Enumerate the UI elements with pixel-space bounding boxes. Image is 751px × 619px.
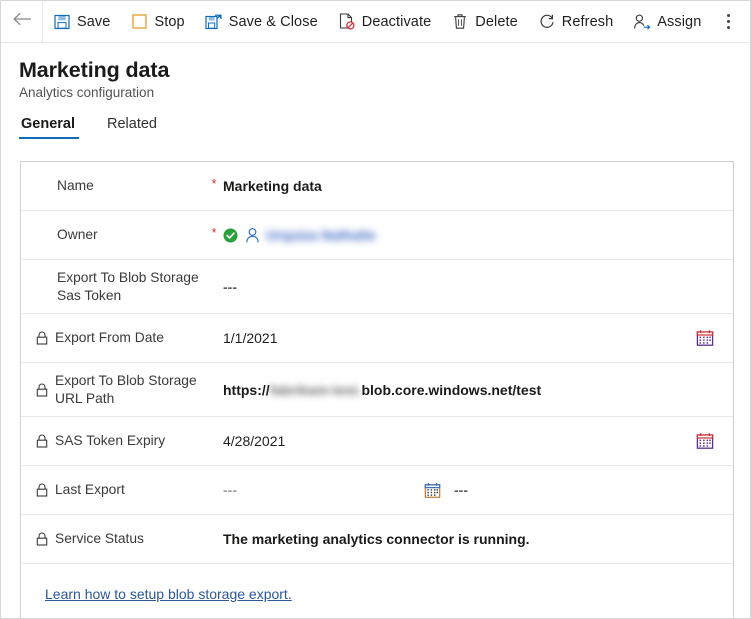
field-row-service-status: Service Status The marketing analytics c… (21, 515, 733, 564)
delete-icon (451, 13, 469, 31)
lock-icon (36, 434, 49, 448)
field-label-last-export: Last Export (21, 481, 205, 499)
tab-related[interactable]: Related (105, 116, 161, 139)
calendar-icon[interactable] (695, 328, 715, 348)
tab-general[interactable]: General (19, 116, 79, 139)
deactivate-button[interactable]: Deactivate (328, 1, 442, 42)
refresh-label: Refresh (561, 13, 614, 30)
field-value-sas-token[interactable]: --- (223, 279, 715, 295)
page-subtitle: Analytics configuration (19, 85, 155, 100)
field-label-service-status-text: Service Status (55, 531, 144, 546)
deactivate-label: Deactivate (361, 13, 432, 30)
save-label: Save (77, 13, 111, 30)
footer-link-area: Learn how to setup blob storage export. (21, 564, 733, 604)
deactivate-icon (338, 13, 356, 31)
save-and-close-button[interactable]: Save & Close (195, 1, 328, 42)
refresh-icon (538, 13, 556, 31)
delete-label: Delete (475, 13, 518, 30)
page-title: Marketing data (19, 58, 170, 82)
lock-icon (36, 483, 49, 497)
field-row-sas-token: Export To Blob Storage Sas Token --- (21, 260, 733, 314)
save-button[interactable]: Save (43, 1, 120, 42)
delete-button[interactable]: Delete (441, 1, 528, 42)
save-icon (53, 13, 71, 31)
field-label-owner-text: Owner (57, 227, 98, 242)
assign-label: Assign (657, 13, 702, 30)
field-label-sas-token-text: Export To Blob Storage Sas Token (57, 269, 199, 303)
stop-button[interactable]: Stop (120, 1, 194, 42)
field-row-owner: Owner * Urquiza Nathalie (21, 211, 733, 260)
sas-token-value: --- (223, 278, 237, 295)
form-window: Save Stop Save & Close Deactivate Delete… (0, 0, 751, 619)
field-value-owner[interactable]: Urquiza Nathalie (223, 227, 715, 244)
last-export-time-value[interactable]: --- (454, 482, 468, 498)
tab-list: General Related (19, 116, 750, 146)
calendar-icon[interactable] (695, 431, 715, 451)
field-label-name: Name (21, 177, 205, 195)
last-export-date-value[interactable]: --- (223, 482, 423, 498)
lock-icon (36, 383, 49, 397)
field-label-last-export-text: Last Export (55, 482, 125, 497)
calendar-icon[interactable] (423, 481, 442, 500)
form-card: Name * Marketing data Owner * Urquiza Na… (20, 161, 734, 618)
url-prefix: https:// (223, 381, 270, 398)
more-commands-button[interactable] (713, 1, 743, 42)
field-label-sas-token: Export To Blob Storage Sas Token (21, 269, 205, 305)
person-icon (244, 227, 261, 244)
field-label-sas-expiry: SAS Token Expiry (21, 432, 205, 450)
field-label-export-from-date-text: Export From Date (55, 330, 164, 345)
back-button[interactable] (3, 1, 43, 42)
assign-icon (633, 13, 651, 31)
verified-check-icon (223, 228, 238, 243)
assign-button[interactable]: Assign (623, 1, 711, 42)
more-commands-icon (726, 14, 730, 29)
save-and-close-label: Save & Close (228, 13, 318, 30)
field-value-export-from-date[interactable]: 1/1/2021 (223, 330, 695, 346)
lock-icon (36, 331, 49, 345)
command-bar: Save Stop Save & Close Deactivate Delete… (1, 1, 750, 43)
refresh-button[interactable]: Refresh (528, 1, 623, 42)
field-label-name-text: Name (57, 178, 94, 193)
field-label-url-path: Export To Blob Storage URL Path (21, 372, 205, 408)
field-label-service-status: Service Status (21, 530, 205, 548)
stop-label: Stop (154, 13, 185, 30)
lock-icon (36, 532, 49, 546)
field-value-url-path[interactable]: https://fabrikam-test. blob.core.windows.… (223, 382, 715, 398)
field-row-last-export: Last Export --- --- (21, 466, 733, 515)
url-blurred-part: fabrikam-test. (269, 381, 362, 398)
field-value-service-status: The marketing analytics connector is run… (223, 531, 530, 547)
field-row-export-from-date: Export From Date 1/1/2021 (21, 314, 733, 363)
back-arrow-icon (13, 12, 32, 31)
page-header: Marketing data Analytics configuration (1, 43, 750, 102)
setup-blob-storage-link[interactable]: Learn how to setup blob storage export. (45, 586, 292, 602)
field-value-last-export: --- --- (223, 481, 715, 500)
field-row-sas-expiry: SAS Token Expiry 4/28/2021 (21, 417, 733, 466)
field-row-url-path: Export To Blob Storage URL Path https://… (21, 363, 733, 417)
stop-icon (130, 13, 148, 31)
field-label-export-from-date: Export From Date (21, 329, 205, 347)
field-value-name[interactable]: Marketing data (223, 178, 715, 194)
field-value-sas-expiry[interactable]: 4/28/2021 (223, 433, 695, 449)
required-asterisk-name: * (211, 176, 217, 191)
required-asterisk-owner: * (211, 225, 217, 240)
url-suffix: blob.core.windows.net/test (361, 381, 542, 398)
save-close-icon (205, 13, 223, 31)
field-label-url-path-text: Export To Blob Storage URL Path (55, 372, 197, 406)
field-label-owner: Owner (21, 226, 205, 244)
field-label-sas-expiry-text: SAS Token Expiry (55, 433, 166, 448)
field-row-name: Name * Marketing data (21, 162, 733, 211)
owner-name-value: Urquiza Nathalie (266, 227, 376, 243)
